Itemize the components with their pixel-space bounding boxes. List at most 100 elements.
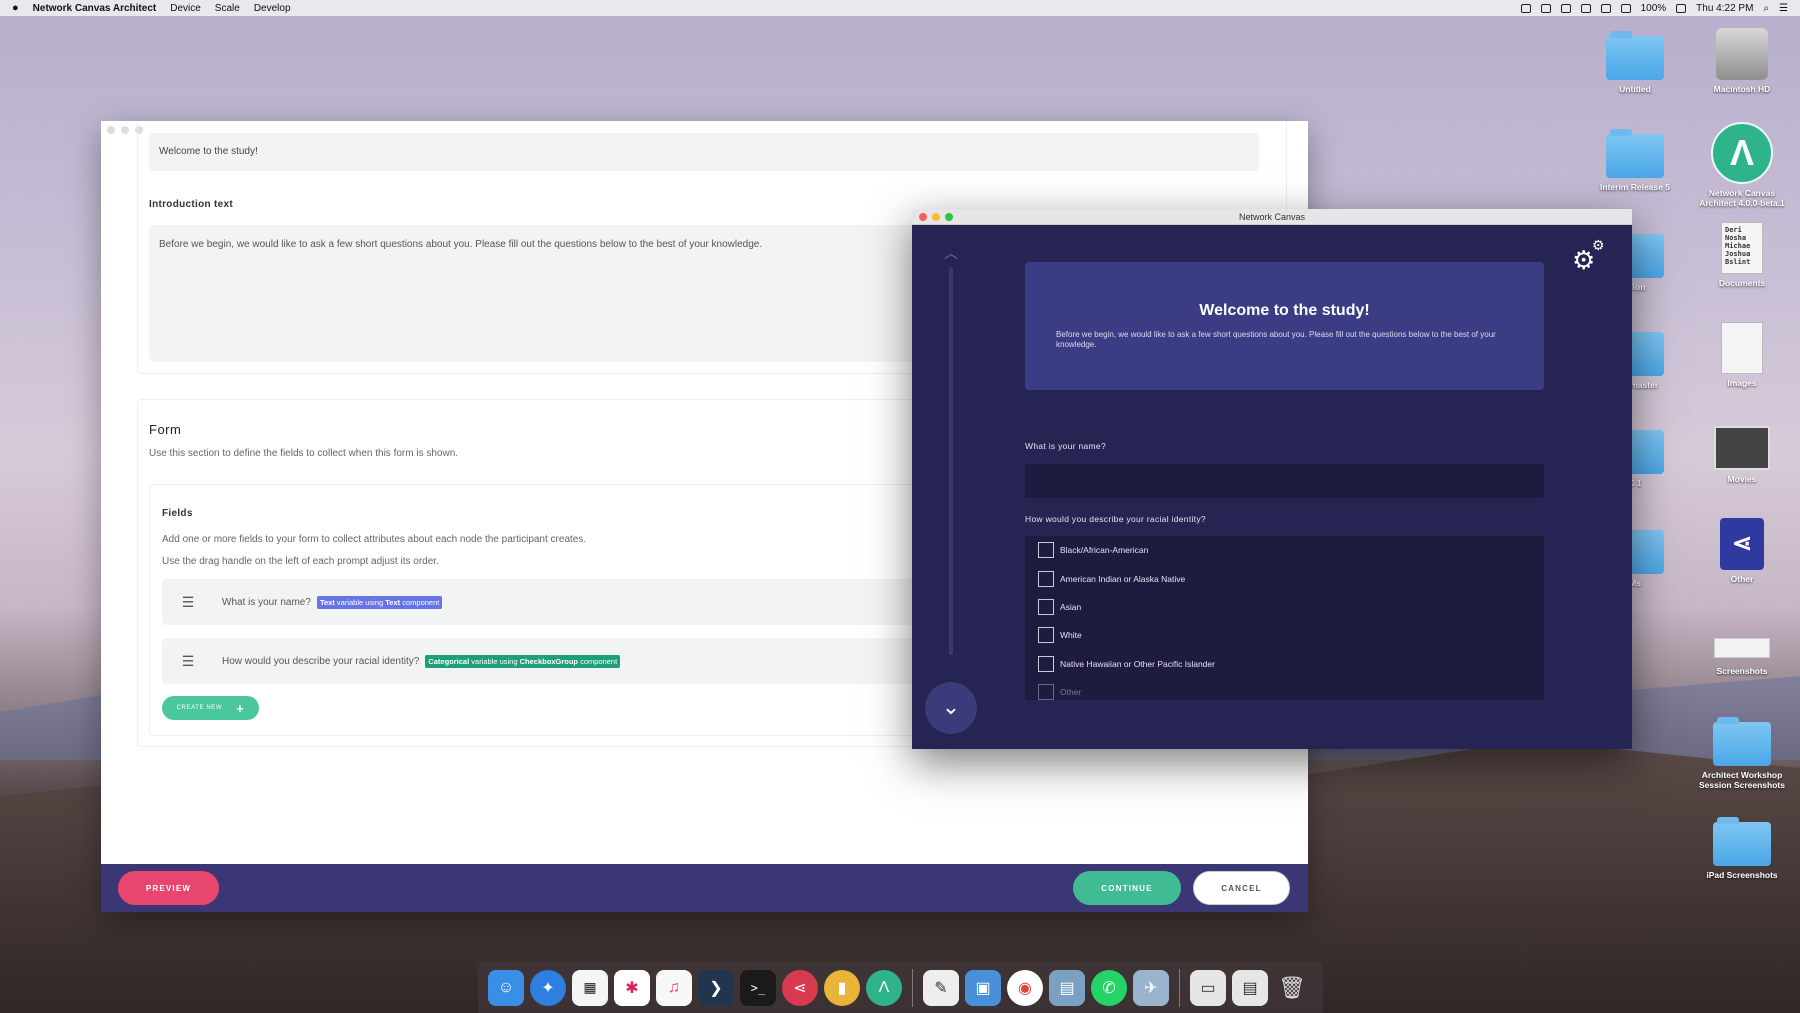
menu-device[interactable]: Device [170,3,201,14]
checkbox[interactable] [1038,684,1054,700]
notification-center-icon[interactable]: ☰ [1779,3,1788,14]
desktop-movies[interactable]: Movies [1692,426,1792,484]
checkbox[interactable] [1038,542,1054,559]
network-canvas-architect-icon[interactable]: Λ [866,969,902,1006]
whatsapp-icon[interactable]: ✆ [1091,969,1127,1006]
status-area: 100% Thu 4:22 PM ⌕ ☰ [1520,3,1788,14]
checkbox-option[interactable]: White [1025,621,1544,649]
spotlight-icon[interactable]: ⌕ [1763,3,1769,14]
desktop-folder-ipad-screenshots[interactable]: iPad Screenshots [1692,817,1792,880]
calendar-icon[interactable]: ▦ [572,969,608,1006]
image-capture-icon[interactable]: ▤ [1049,969,1085,1006]
status-icon[interactable] [1560,3,1571,13]
finder-icon[interactable]: ☺ [488,969,524,1006]
intro-label: Introduction text [149,199,233,210]
cancel-button[interactable]: CANCEL [1193,871,1290,905]
dock: ☺ ✦ ▦ ✱ ♫ ❯ >_ ⋖ ▮ Λ ✎ ▣ ◉ ▤ ✆ ✈ ▭ ▤ 🗑 [478,962,1323,1013]
intro-text: Before we begin, we would like to ask a … [1056,330,1496,349]
continue-button[interactable]: CONTINUE [1073,871,1181,905]
checkbox-option[interactable]: Black/African-American [1025,536,1544,564]
share-icon: ⋖ [1720,518,1764,570]
hard-drive-icon [1716,28,1768,80]
drag-handle-icon[interactable]: ☰ [162,594,214,611]
checkbox-option[interactable]: Native Hawaiian or Other Pacific Islande… [1025,650,1544,678]
next-button[interactable]: ⌄ [925,682,977,734]
preview-icon[interactable]: ✈ [1133,969,1169,1006]
downloads-icon[interactable]: ▭ [1190,969,1226,1006]
progress-rail [949,267,953,655]
intro-panel: Welcome to the study! Before we begin, w… [1025,262,1544,390]
status-icon[interactable] [1520,3,1531,13]
field-prompt: What is your name? [222,596,311,608]
window-titlebar[interactable]: Network Canvas [912,209,1632,225]
racial-identity-question-label: How would you describe your racial ident… [1025,514,1206,524]
minimize-button[interactable] [121,126,129,134]
wifi-icon[interactable] [1600,3,1611,13]
status-icon[interactable] [1540,3,1551,13]
app-menu[interactable]: Network Canvas Architect [33,3,157,14]
plus-icon: + [236,700,245,716]
desktop-other[interactable]: ⋖ Other [1692,518,1792,584]
settings-gear-icon[interactable]: ⚙ ⚙ [1572,237,1605,276]
preview-button[interactable]: PREVIEW [118,871,219,905]
trash-icon[interactable]: 🗑 [1274,970,1310,1006]
checkbox[interactable] [1038,627,1054,644]
fields-order-hint: Use the drag handle on the left of each … [162,556,439,567]
form-title: Form [149,422,182,437]
create-new-button[interactable]: CREATE NEW + [162,696,259,720]
menu-develop[interactable]: Develop [254,3,291,14]
preview-app-icon[interactable]: ▣ [965,969,1001,1006]
name-input[interactable] [1025,464,1544,498]
screenshot-icon [1714,638,1770,658]
desktop-folder-untitled[interactable]: Untitled [1585,31,1685,94]
clock[interactable]: Thu 4:22 PM [1696,3,1753,14]
checkbox[interactable] [1038,570,1054,587]
close-button[interactable] [919,213,927,221]
checkbox-group: Black/African-American American Indian o… [1025,536,1544,700]
desktop-folder-architect-workshop[interactable]: Architect Workshop Session Screenshots [1692,717,1792,790]
status-icon[interactable] [1580,3,1591,13]
minimize-button[interactable] [932,213,940,221]
checkbox-option[interactable]: Asian [1025,593,1544,621]
checkbox[interactable] [1038,655,1054,672]
terminal-icon[interactable]: >_ [740,969,776,1006]
documents-stack-icon[interactable]: ▤ [1232,969,1268,1006]
slack-icon[interactable]: ✱ [614,969,650,1006]
checkbox-option[interactable]: Other [1025,678,1544,700]
app-icon[interactable]: ▮ [824,969,860,1006]
apple-menu-icon[interactable]: ● [12,2,19,14]
desktop-folder-interim-release[interactable]: Interim Release 5 [1585,129,1685,192]
safari-icon[interactable]: ✦ [530,969,566,1006]
close-button[interactable] [107,126,115,134]
folder-icon [1606,129,1664,178]
volume-icon[interactable] [1620,3,1631,13]
footer-bar: PREVIEW CONTINUE CANCEL [101,864,1308,912]
compass-icon: Λ [1711,122,1773,184]
share-app-icon[interactable]: ⋖ [782,969,818,1006]
window-title: Network Canvas [1238,212,1306,222]
battery-icon[interactable] [1676,3,1687,13]
intro-title: Welcome to the study! [1199,302,1370,319]
vscode-icon[interactable]: ❯ [698,969,734,1006]
desktop-images[interactable]: Images [1692,322,1792,388]
document-icon: Deri Nosha Michae Joshua Bslint [1721,222,1763,274]
checkbox-option[interactable]: American Indian or Alaska Native [1025,564,1544,592]
network-canvas-window: Network Canvas ︿ ⌄ ⚙ ⚙ Welcome to the stu… [912,209,1632,749]
desktop-app-network-canvas-architect[interactable]: Λ Network Canvas Architect 4.0.0-beta.1 [1692,122,1792,208]
music-icon[interactable]: ♫ [656,969,692,1006]
textedit-icon[interactable]: ✎ [923,969,959,1006]
desktop-documents[interactable]: Deri Nosha Michae Joshua Bslint Document… [1692,222,1792,288]
desktop-macintosh-hd[interactable]: Macintosh HD [1692,28,1792,94]
checkbox[interactable] [1038,598,1054,615]
chevron-up-icon[interactable]: ︿ [940,243,962,261]
name-question-label: What is your name? [1025,441,1106,451]
fields-title: Fields [162,508,193,519]
drag-handle-icon[interactable]: ☰ [162,653,214,670]
folder-icon [1606,31,1664,80]
desktop-screenshots[interactable]: Screenshots [1692,620,1792,676]
chrome-icon[interactable]: ◉ [1007,969,1043,1006]
menu-scale[interactable]: Scale [215,3,240,14]
zoom-button[interactable] [945,213,953,221]
battery-percent[interactable]: 100% [1641,3,1667,14]
dock-separator [912,968,913,1007]
